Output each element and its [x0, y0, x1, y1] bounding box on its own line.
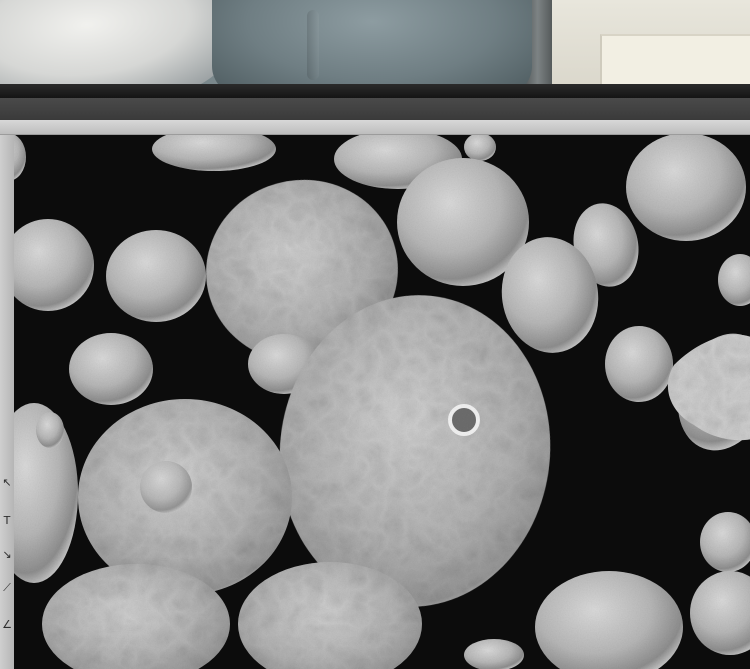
text-tool-icon[interactable]: T [0, 513, 14, 527]
sem-particle [535, 571, 683, 669]
sem-particle [718, 254, 750, 306]
monitor-screen: ↖ T ↘ ⟋ ∠ [0, 98, 750, 669]
angle-tool-icon[interactable]: ∠ [0, 617, 14, 631]
sem-particle [14, 135, 26, 180]
menu-item-2[interactable] [58, 98, 98, 120]
pointer-icon[interactable]: ↖ [0, 475, 14, 489]
menu-item-3[interactable] [98, 98, 138, 120]
sem-particle [626, 135, 746, 241]
sem-particle-bud [140, 461, 192, 513]
sem-particle [464, 135, 496, 161]
menu-item-4[interactable] [138, 98, 178, 120]
sem-particle [690, 571, 750, 655]
menu-item-1[interactable] [18, 98, 58, 120]
sem-particle [700, 512, 750, 572]
sem-image-view[interactable] [14, 135, 750, 669]
sem-particles-image [14, 135, 750, 669]
sem-agglomerate [668, 334, 750, 441]
person-shirt [212, 0, 532, 96]
sem-particle [69, 333, 153, 405]
background-room [0, 0, 750, 96]
line-tool-icon[interactable]: ⟋ [0, 581, 14, 595]
sem-particle [605, 326, 673, 402]
menu-item-0[interactable] [0, 98, 18, 120]
sem-particle [464, 639, 524, 669]
sem-particle [36, 412, 64, 448]
sem-particle [106, 230, 206, 322]
side-toolbar: ↖ T ↘ ⟋ ∠ [0, 135, 14, 669]
menu-bar [0, 98, 750, 120]
sem-particle [152, 135, 276, 171]
sem-particle [14, 219, 94, 311]
measure-icon[interactable]: ↘ [0, 547, 14, 561]
sem-particle-pore [448, 404, 480, 436]
toolbar-strip [0, 120, 750, 135]
